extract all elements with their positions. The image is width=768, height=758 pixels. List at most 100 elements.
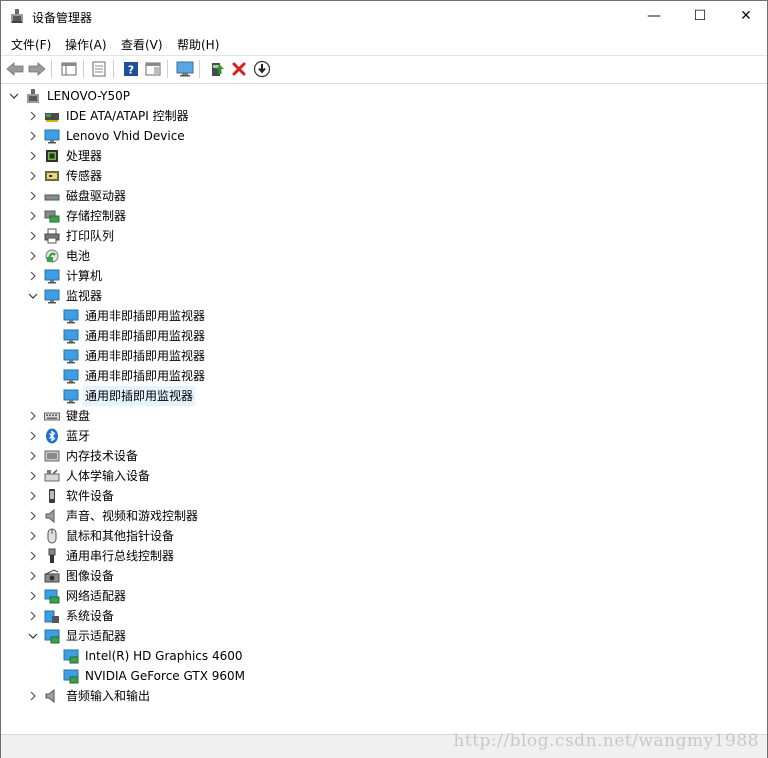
tree-device[interactable]: Intel(R) HD Graphics 4600 <box>45 646 245 666</box>
tree-category[interactable]: 音频输入和输出 <box>26 686 152 706</box>
forward-arrow-icon[interactable] <box>27 59 47 79</box>
maximize-button[interactable]: ☐ <box>677 1 723 31</box>
chevron-right-icon[interactable] <box>26 106 40 126</box>
tree-category[interactable]: 人体学输入设备 <box>26 466 152 486</box>
tree-category[interactable]: Lenovo Vhid Device <box>26 126 187 146</box>
tree-category[interactable]: 电池 <box>26 246 92 266</box>
chevron-right-icon[interactable] <box>26 406 40 426</box>
menu-help[interactable]: 帮助(H) <box>177 36 219 53</box>
chevron-right-icon[interactable] <box>26 206 40 226</box>
tree-device[interactable]: NVIDIA GeForce GTX 960M <box>45 666 247 686</box>
scan-monitor-icon[interactable] <box>175 59 195 79</box>
tree-category[interactable]: 蓝牙 <box>26 426 92 446</box>
device-manager-window: 设备管理器 — ☐ ✕ 文件(F) 操作(A) 查看(V) 帮助(H) ? LE… <box>0 0 768 758</box>
minimize-button[interactable]: — <box>631 1 677 31</box>
chevron-down-icon[interactable] <box>26 286 40 306</box>
close-button[interactable]: ✕ <box>723 1 768 31</box>
help-icon[interactable]: ? <box>121 59 141 79</box>
properties-view-icon[interactable] <box>59 59 79 79</box>
chevron-right-icon[interactable] <box>26 586 40 606</box>
svg-text:?: ? <box>128 64 134 77</box>
tree-item-label: 内存技术设备 <box>66 449 139 463</box>
tree-category[interactable]: 存储控制器 <box>26 206 128 226</box>
tree-category[interactable]: 软件设备 <box>26 486 116 506</box>
tree-category[interactable]: 系统设备 <box>26 606 116 626</box>
tree-item-label: 通用非即插即用监视器 <box>85 349 206 363</box>
tree-device[interactable]: 通用即插即用监视器 <box>45 386 196 406</box>
tree-item-label: 音频输入和输出 <box>66 689 151 703</box>
tree-device[interactable]: 通用非即插即用监视器 <box>45 366 207 386</box>
tree-category[interactable]: IDE ATA/ATAPI 控制器 <box>26 106 191 126</box>
uninstall-icon[interactable] <box>229 59 249 79</box>
back-arrow-icon[interactable] <box>5 59 25 79</box>
tree-category[interactable]: 打印队列 <box>26 226 116 246</box>
chevron-right-icon[interactable] <box>26 126 40 146</box>
chevron-right-icon[interactable] <box>26 166 40 186</box>
chevron-right-icon[interactable] <box>26 226 40 246</box>
chevron-right-icon[interactable] <box>26 486 40 506</box>
tree-device[interactable]: 通用非即插即用监视器 <box>45 326 207 346</box>
action-view-icon[interactable] <box>143 59 163 79</box>
disable-device-icon[interactable] <box>252 59 272 79</box>
chevron-right-icon[interactable] <box>26 246 40 266</box>
chevron-right-icon[interactable] <box>26 546 40 566</box>
tree-category[interactable]: 通用串行总线控制器 <box>26 546 176 566</box>
tree-category[interactable]: 内存技术设备 <box>26 446 140 466</box>
device-tree[interactable]: LENOVO-Y50P IDE ATA/ATAPI 控制器 Lenovo Vhid … <box>1 85 767 733</box>
tree-category[interactable]: 图像设备 <box>26 566 116 586</box>
tree-item-label: 打印队列 <box>66 229 115 243</box>
chevron-right-icon[interactable] <box>26 446 40 466</box>
chevron-right-icon[interactable] <box>26 426 40 446</box>
tree-category[interactable]: 处理器 <box>26 146 104 166</box>
tree-item-label: 通用即插即用监视器 <box>83 386 196 406</box>
tree-category[interactable]: 网络适配器 <box>26 586 128 606</box>
chevron-right-icon[interactable] <box>26 566 40 586</box>
tree-item-label: 磁盘驱动器 <box>66 189 127 203</box>
chevron-right-icon[interactable] <box>26 606 40 626</box>
speaker-icon <box>44 688 60 704</box>
chevron-down-icon[interactable] <box>7 86 21 106</box>
title-bar[interactable]: 设备管理器 — ☐ ✕ <box>1 1 767 32</box>
menu-bar: 文件(F) 操作(A) 查看(V) 帮助(H) <box>1 32 767 55</box>
tree-category[interactable]: 监视器 <box>26 286 104 306</box>
tree-device[interactable]: 通用非即插即用监视器 <box>45 346 207 366</box>
tree-category[interactable]: 键盘 <box>26 406 92 426</box>
tree-category[interactable]: 磁盘驱动器 <box>26 186 128 206</box>
tree-root[interactable]: LENOVO-Y50P <box>7 86 132 106</box>
properties-sheet-icon[interactable] <box>89 59 109 79</box>
chevron-right-icon[interactable] <box>26 526 40 546</box>
tree-device[interactable]: 通用非即插即用监视器 <box>45 306 207 326</box>
tree-item-label: 通用非即插即用监视器 <box>85 329 206 343</box>
printer-icon <box>44 228 60 244</box>
tree-item-label: 计算机 <box>66 269 103 283</box>
chevron-right-icon[interactable] <box>26 466 40 486</box>
chevron-right-icon[interactable] <box>26 686 40 706</box>
tree-category[interactable]: 显示适配器 <box>26 626 128 646</box>
tree-category[interactable]: 声音、视频和游戏控制器 <box>26 506 200 526</box>
tree-item-label: 处理器 <box>66 149 103 163</box>
mouse-icon <box>44 528 60 544</box>
chevron-right-icon[interactable] <box>26 146 40 166</box>
tree-category[interactable]: 计算机 <box>26 266 104 286</box>
menu-action[interactable]: 操作(A) <box>65 36 107 53</box>
bluetooth-icon <box>44 428 60 444</box>
update-driver-icon[interactable] <box>207 59 227 79</box>
menu-view[interactable]: 查看(V) <box>121 36 163 53</box>
tree-category[interactable]: 鼠标和其他指针设备 <box>26 526 176 546</box>
menu-file[interactable]: 文件(F) <box>11 36 51 53</box>
chevron-right-icon[interactable] <box>26 506 40 526</box>
chevron-down-icon[interactable] <box>26 626 40 646</box>
monitor-icon <box>63 328 79 344</box>
toolbar-divider <box>199 60 200 78</box>
display-adapter-icon <box>63 648 79 664</box>
tree-category[interactable]: 传感器 <box>26 166 104 186</box>
chevron-right-icon[interactable] <box>26 266 40 286</box>
chevron-right-icon[interactable] <box>26 186 40 206</box>
window-title: 设备管理器 <box>32 11 93 25</box>
monitor-icon <box>44 288 60 304</box>
computer-icon <box>44 268 60 284</box>
